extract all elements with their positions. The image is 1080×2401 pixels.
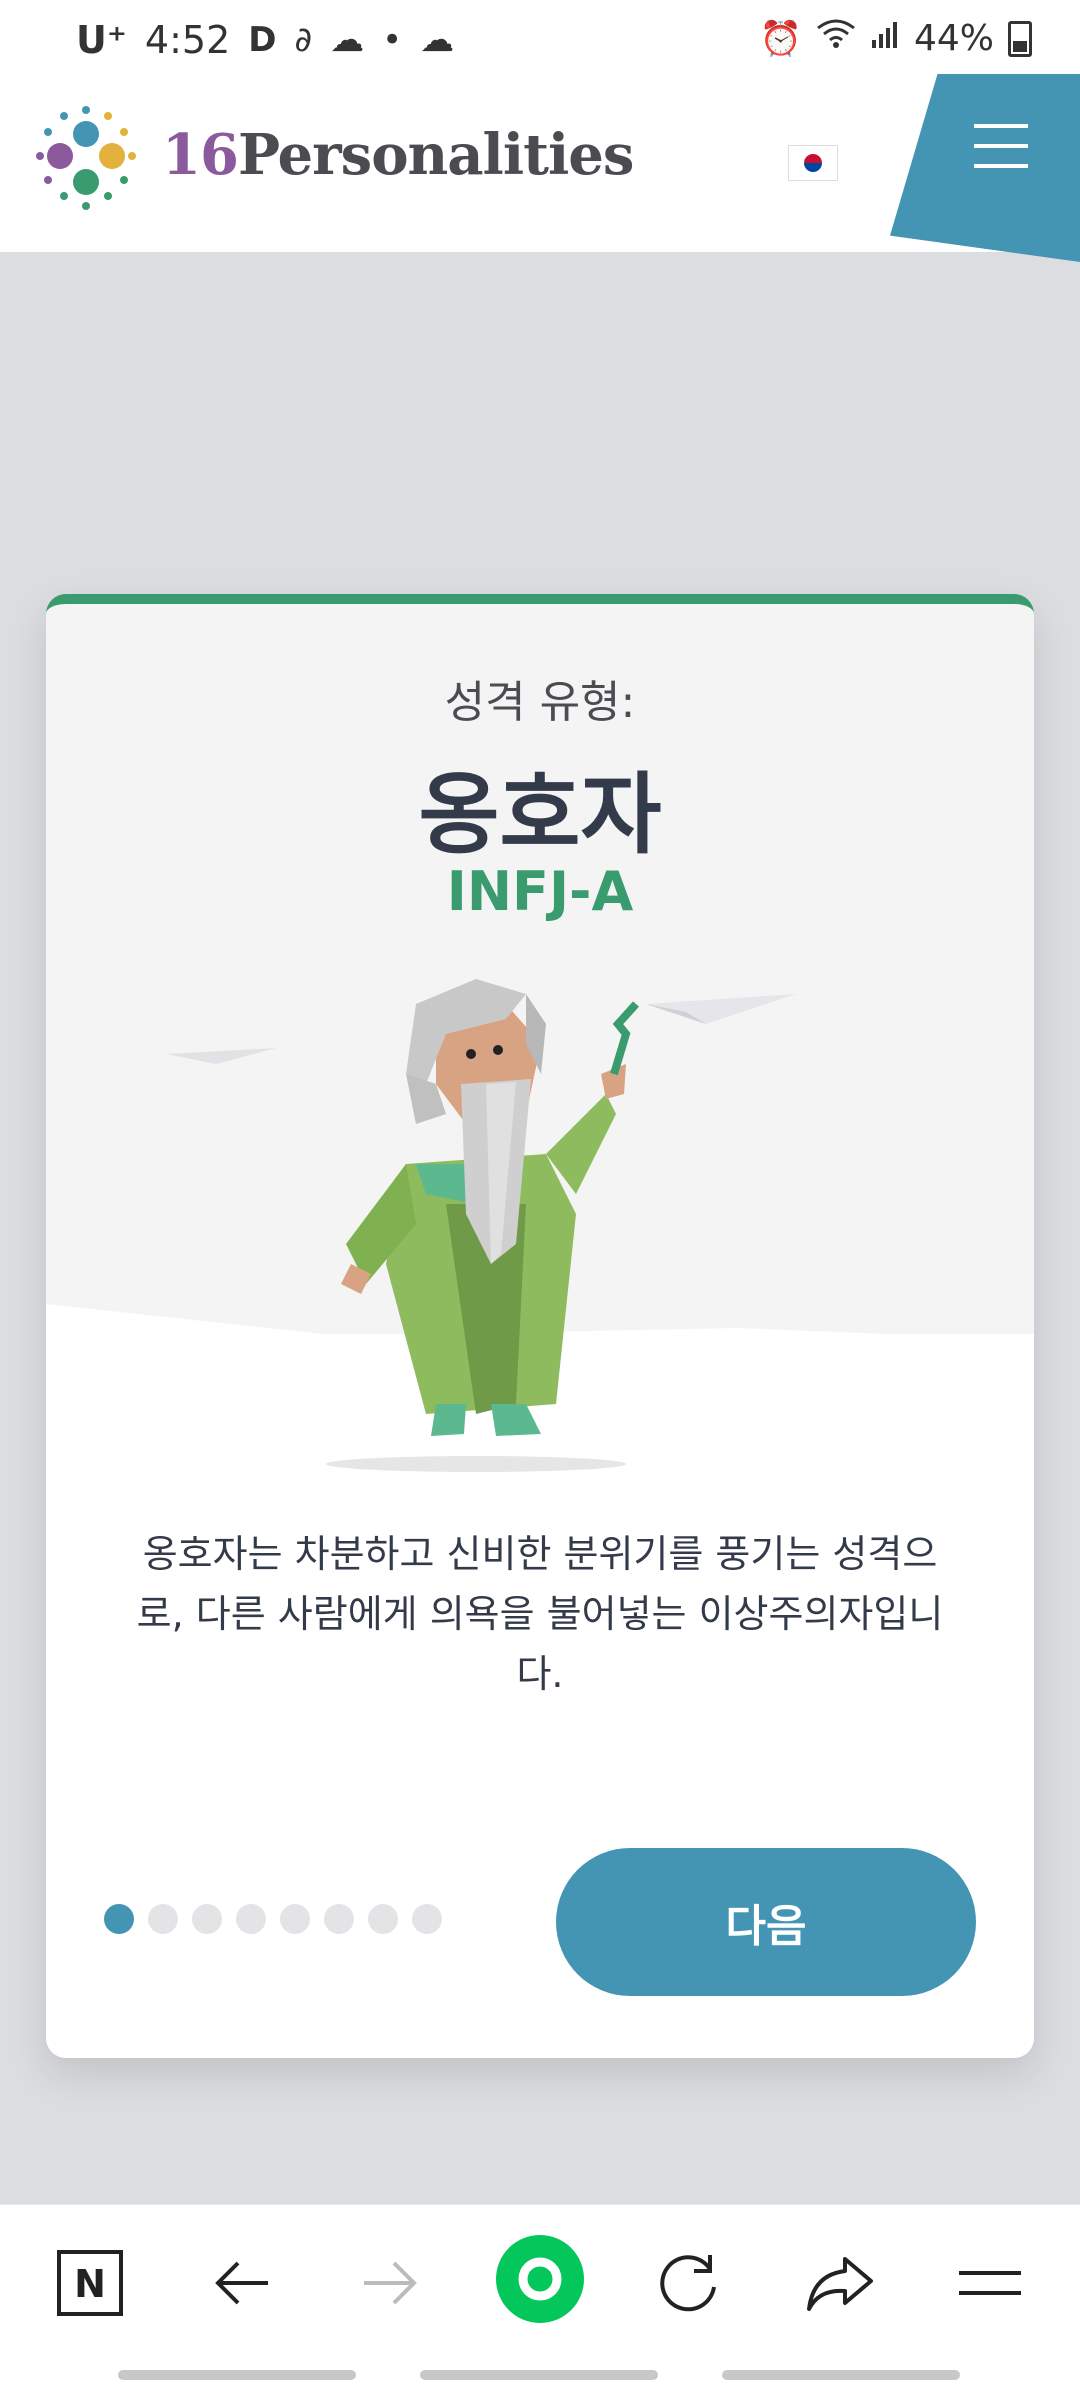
brand-text: Personalities [237, 122, 634, 188]
svg-text:N: N [74, 2262, 106, 2306]
pagination-dot[interactable] [236, 1904, 266, 1934]
menu-icon[interactable] [950, 2243, 1030, 2323]
signal-icon [870, 19, 900, 59]
refresh-icon[interactable] [650, 2243, 730, 2323]
menu-button[interactable] [890, 74, 1080, 262]
home-icon[interactable] [496, 2235, 584, 2323]
pagination-dot[interactable] [104, 1904, 134, 1934]
site-header: 16Personalities [0, 74, 1080, 262]
type-label: 성격 유형: [444, 677, 636, 728]
naver-icon[interactable]: N [50, 2243, 130, 2323]
type-name: 옹호자 [418, 763, 662, 866]
brand-name[interactable]: 16Personalities [162, 122, 634, 188]
result-card: 성격 유형: 옹호자 INFJ-A 옹호자는 차분하고 신비한 분위기를 풍기는… [46, 594, 1034, 2058]
forward-icon[interactable] [350, 2243, 430, 2323]
type-description: 옹호자는 차분하고 신비한 분위기를 풍기는 성격으로, 다른 사람에게 의욕을… [136, 1532, 944, 1696]
threads-icon-2: ☁ [420, 20, 455, 60]
next-button[interactable]: 다음 [556, 1848, 976, 1996]
pagination-dot[interactable] [280, 1904, 310, 1934]
clock: 4:52 [144, 18, 231, 62]
wifi-icon [816, 18, 856, 59]
hamburger-icon [974, 124, 1028, 184]
pagination-dot[interactable] [412, 1904, 442, 1934]
d-app-icon: D [248, 20, 277, 60]
pagination-dot[interactable] [324, 1904, 354, 1934]
back-icon[interactable] [202, 2243, 282, 2323]
logo-icon [36, 106, 136, 210]
notification-icon: ∂ [294, 20, 313, 60]
more-notifications-icon: • [382, 20, 403, 60]
brand-number: 16 [162, 122, 239, 188]
pagination-dot[interactable] [192, 1904, 222, 1934]
advocate-character-illustration [166, 979, 796, 1472]
threads-icon: ☁ [330, 20, 365, 60]
pagination-dot[interactable] [148, 1904, 178, 1934]
language-flag-icon[interactable] [788, 145, 838, 181]
battery-percent: 44% [913, 18, 994, 59]
pagination-dot[interactable] [368, 1904, 398, 1934]
type-code: INFJ-A [446, 860, 634, 923]
battery-icon [1008, 20, 1032, 57]
pagination-dots [104, 1904, 442, 1934]
alarm-icon: ⏰ [759, 18, 802, 59]
carrier-label: U⁺ [76, 18, 127, 62]
share-icon[interactable] [800, 2243, 880, 2323]
status-bar: U⁺ 4:52 D ∂ ☁ • ☁ ⏰ 44% [0, 0, 1080, 90]
